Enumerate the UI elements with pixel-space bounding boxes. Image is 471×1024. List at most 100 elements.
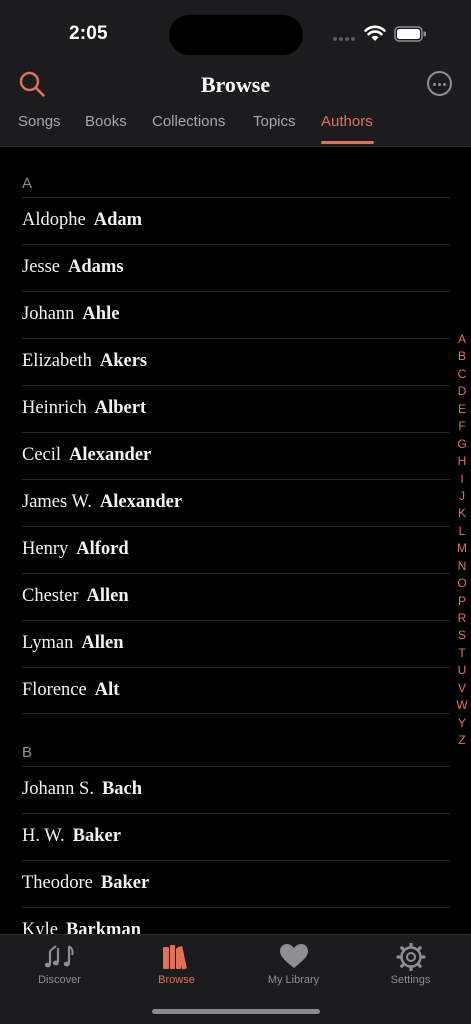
active-tab-indicator bbox=[321, 141, 374, 144]
author-row[interactable]: Aldophe Adam bbox=[22, 197, 450, 244]
author-last-name: Alexander bbox=[99, 492, 183, 512]
author-last-name: Allen bbox=[86, 586, 129, 606]
status-time: 2:05 bbox=[69, 23, 108, 44]
author-row[interactable]: Kyle Barkman bbox=[22, 907, 450, 934]
author-first-name: Kyle bbox=[22, 920, 58, 934]
author-first-name: Cecil bbox=[22, 445, 62, 465]
index-letter[interactable]: A bbox=[455, 331, 469, 348]
author-row[interactable]: James W. Alexander bbox=[22, 479, 450, 526]
alphabet-index[interactable]: A B C D E F G H I J K L M N O P R S T U … bbox=[455, 331, 469, 750]
author-row[interactable]: Heinrich Albert bbox=[22, 385, 450, 432]
author-first-name: Chester bbox=[22, 586, 79, 606]
index-letter[interactable]: D bbox=[455, 383, 469, 400]
index-letter[interactable]: Z bbox=[455, 732, 469, 749]
index-letter[interactable]: Y bbox=[455, 715, 469, 732]
tabbar-settings-label: Settings bbox=[390, 974, 431, 986]
status-bar: 2:05 bbox=[0, 0, 471, 64]
tabbar-my-library-label: My Library bbox=[267, 974, 320, 986]
author-first-name: Lyman bbox=[22, 633, 74, 653]
author-last-name: Barkman bbox=[65, 920, 142, 934]
authors-list[interactable]: A Aldophe Adam Jesse Adams Johann Ahle Eliz… bbox=[0, 148, 471, 934]
index-letter[interactable]: S bbox=[455, 627, 469, 644]
cellular-signal-icon bbox=[333, 35, 359, 41]
index-letter[interactable]: L bbox=[455, 523, 469, 540]
author-first-name: Heinrich bbox=[22, 398, 87, 418]
tabbar-settings[interactable]: Settings bbox=[352, 935, 469, 995]
tab-topics[interactable]: Topics bbox=[253, 113, 296, 130]
index-letter[interactable]: J bbox=[455, 488, 469, 505]
author-last-name: Alt bbox=[94, 680, 120, 700]
author-last-name: Adam bbox=[93, 210, 143, 230]
author-first-name: H. W. bbox=[22, 826, 65, 846]
author-row[interactable]: Cecil Alexander bbox=[22, 432, 450, 479]
index-letter[interactable]: I bbox=[455, 471, 469, 488]
tabbar-browse[interactable]: Browse bbox=[118, 935, 235, 995]
author-first-name: Florence bbox=[22, 680, 87, 700]
author-last-name: Allen bbox=[81, 633, 124, 653]
index-letter[interactable]: R bbox=[455, 610, 469, 627]
author-last-name: Adams bbox=[68, 257, 124, 277]
author-first-name: Jesse bbox=[22, 257, 61, 277]
battery-icon bbox=[394, 26, 426, 42]
author-first-name: Theodore bbox=[22, 873, 93, 893]
index-letter[interactable]: N bbox=[455, 558, 469, 575]
index-letter[interactable]: W bbox=[455, 697, 469, 714]
author-last-name: Akers bbox=[99, 351, 148, 371]
author-row[interactable]: Johann Ahle bbox=[22, 291, 450, 338]
index-letter[interactable]: E bbox=[455, 401, 469, 418]
index-letter[interactable]: H bbox=[455, 453, 469, 470]
gear-icon bbox=[396, 943, 426, 971]
index-letter[interactable]: T bbox=[455, 645, 469, 662]
author-first-name: Johann S. bbox=[22, 779, 94, 799]
tabbar-discover-label: Discover bbox=[38, 974, 81, 986]
page-title: Browse bbox=[200, 72, 271, 97]
author-row[interactable]: Henry Alford bbox=[22, 526, 450, 573]
author-row[interactable]: Jesse Adams bbox=[22, 244, 450, 291]
tabbar-my-library[interactable]: My Library bbox=[235, 935, 352, 995]
author-first-name: Johann bbox=[22, 304, 75, 324]
author-last-name: Baker bbox=[100, 873, 150, 893]
author-row[interactable]: Florence Alt bbox=[22, 667, 450, 714]
author-first-name: Elizabeth bbox=[22, 351, 92, 371]
books-icon bbox=[163, 945, 187, 970]
author-last-name: Alexander bbox=[69, 445, 152, 465]
tab-songs[interactable]: Songs bbox=[18, 113, 61, 130]
section-header-a: A bbox=[22, 175, 33, 192]
author-row[interactable]: Lyman Allen bbox=[22, 620, 450, 667]
section-header-b: B bbox=[22, 744, 33, 761]
author-row[interactable]: H. W. Baker bbox=[22, 813, 450, 860]
tab-collections[interactable]: Collections bbox=[152, 113, 225, 130]
wifi-icon bbox=[364, 25, 386, 41]
home-indicator bbox=[152, 1009, 320, 1014]
index-letter[interactable]: U bbox=[455, 662, 469, 679]
author-last-name: Bach bbox=[101, 779, 143, 799]
index-letter[interactable]: V bbox=[455, 680, 469, 697]
tab-authors[interactable]: Authors bbox=[321, 113, 373, 130]
index-letter[interactable]: C bbox=[455, 366, 469, 383]
more-options-icon[interactable] bbox=[427, 71, 452, 96]
author-row[interactable]: Chester Allen bbox=[22, 573, 450, 620]
author-first-name: Aldophe bbox=[22, 210, 86, 230]
heart-icon bbox=[280, 944, 308, 968]
author-last-name: Alford bbox=[76, 539, 129, 559]
author-row[interactable]: Theodore Baker bbox=[22, 860, 450, 907]
author-last-name: Ahle bbox=[82, 304, 120, 324]
index-letter[interactable]: F bbox=[455, 418, 469, 435]
author-last-name: Baker bbox=[72, 826, 121, 846]
index-letter[interactable]: K bbox=[455, 505, 469, 522]
author-row[interactable]: Elizabeth Akers bbox=[22, 338, 450, 385]
browse-header: Browse Songs Books Collections Topics Au… bbox=[0, 64, 471, 147]
author-row[interactable]: Johann S. Bach bbox=[22, 766, 450, 813]
author-first-name: Henry bbox=[22, 539, 69, 559]
index-letter[interactable]: P bbox=[455, 593, 469, 610]
author-first-name: James W. bbox=[22, 492, 92, 512]
tabbar-discover[interactable]: Discover bbox=[1, 935, 118, 995]
index-letter[interactable]: B bbox=[455, 348, 469, 365]
tab-books[interactable]: Books bbox=[85, 113, 127, 130]
index-letter[interactable]: G bbox=[455, 436, 469, 453]
music-notes-icon bbox=[45, 945, 74, 968]
tabbar-browse-label: Browse bbox=[158, 974, 195, 986]
index-letter[interactable]: M bbox=[455, 540, 469, 557]
index-letter[interactable]: O bbox=[455, 575, 469, 592]
dynamic-island bbox=[169, 15, 303, 55]
